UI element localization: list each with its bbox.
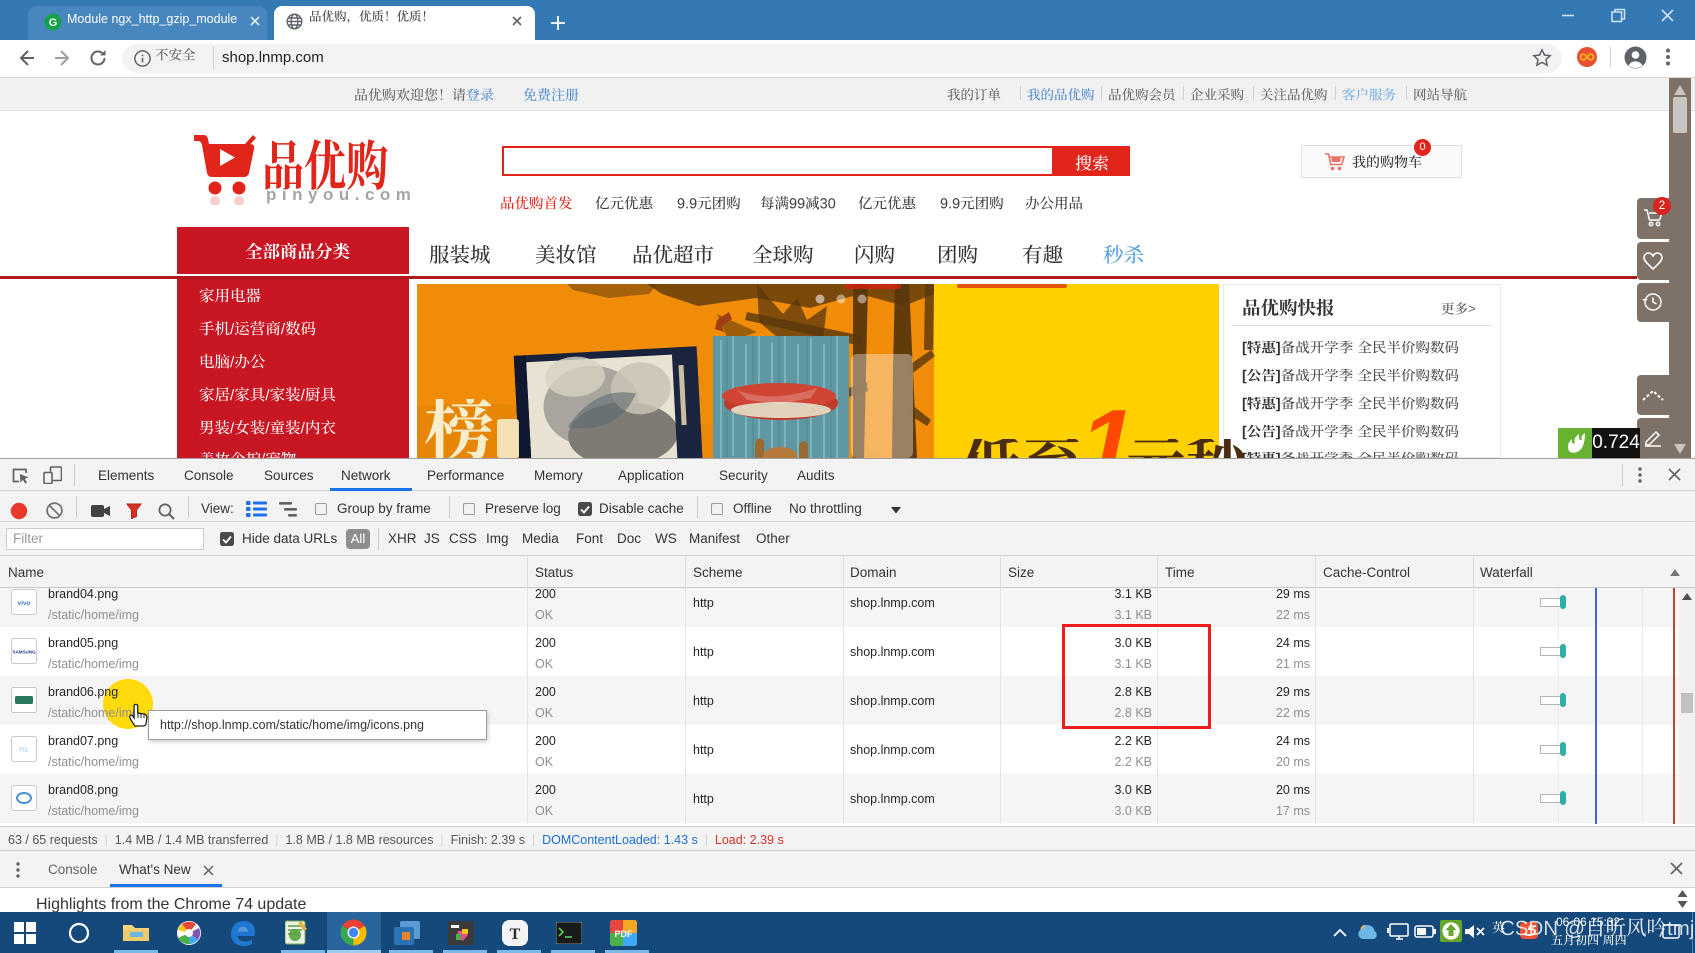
svg-text:vivo: vivo (17, 600, 30, 607)
svg-text:G: G (49, 17, 58, 29)
svg-text:SAMSUNG: SAMSUNG (12, 649, 36, 654)
svg-text:TCL: TCL (19, 747, 29, 753)
svg-text:T: T (510, 926, 521, 943)
svg-text:PDF: PDF (615, 929, 634, 939)
